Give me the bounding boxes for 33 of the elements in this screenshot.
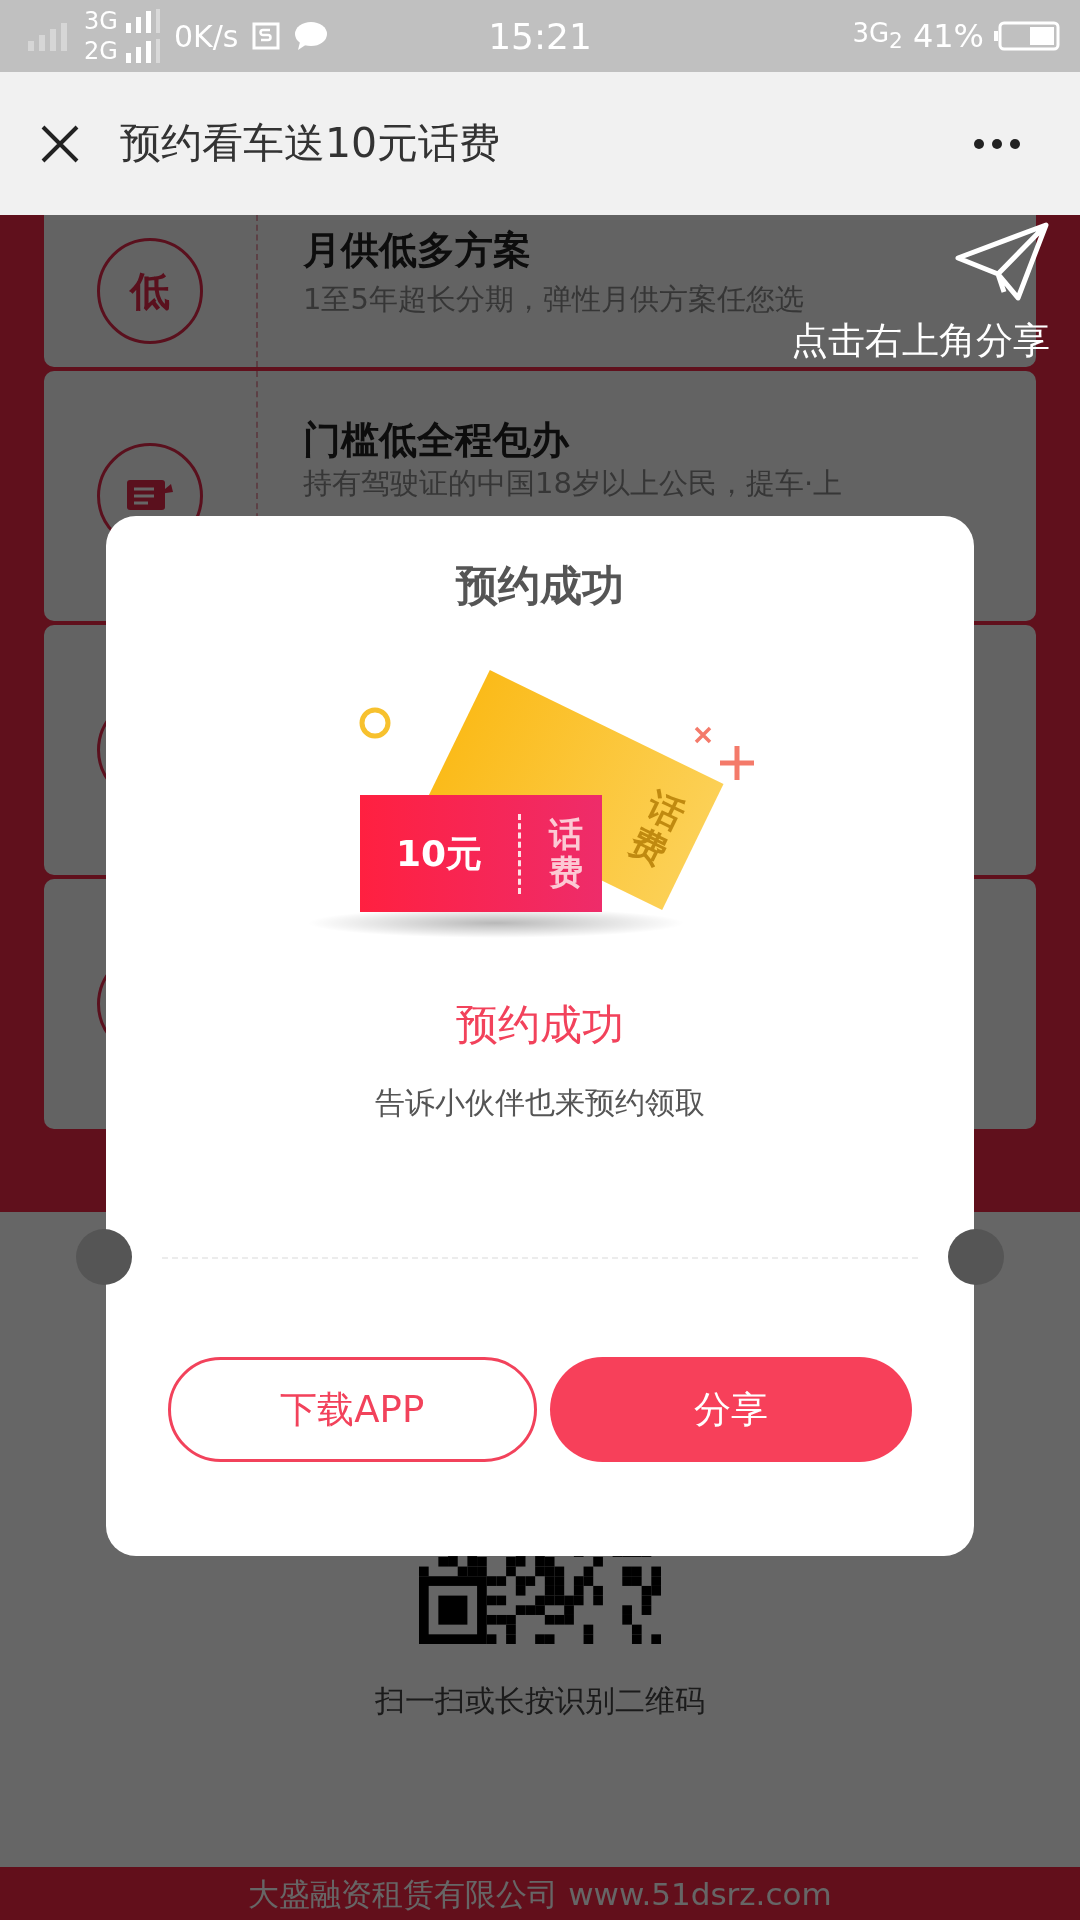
signal-icon xyxy=(125,39,160,63)
page-title: 预约看车送10元话费 xyxy=(120,118,501,169)
feature-icon: 低 xyxy=(97,238,203,344)
network-speed: 0K/s xyxy=(173,18,239,54)
coupon-amount: 10元 xyxy=(360,813,521,894)
coupon-label: 话费 xyxy=(623,786,691,873)
clock: 15:21 xyxy=(487,15,593,57)
ticket-notch xyxy=(76,1229,132,1285)
success-message: 告诉小伙伴也来预约领取 xyxy=(375,1084,705,1122)
cross-decoration xyxy=(694,726,712,744)
more-icon[interactable] xyxy=(974,137,1020,150)
battery-icon xyxy=(994,21,1060,51)
qr-caption: 扫一扫或长按识别二维码 xyxy=(375,1682,705,1720)
feature-title: 月供低多方案 xyxy=(303,229,532,271)
share-hint: 点击右上角分享 xyxy=(791,318,1050,364)
ring-decoration xyxy=(358,706,392,740)
ticket-notch xyxy=(948,1229,1004,1285)
feature-title: 门槛低全程包办 xyxy=(303,419,571,461)
mobile-data-label: 3G$_{2}$ xyxy=(852,18,903,54)
success-heading: 预约成功 xyxy=(456,1000,624,1050)
coupon-label: 话费 xyxy=(549,816,583,891)
signal-icon xyxy=(125,9,160,33)
battery-percent: 41% xyxy=(912,17,984,55)
company-name: 大盛融资租赁有限公司 www.51dsrz.com xyxy=(248,1874,832,1914)
dialog-title: 预约成功 xyxy=(456,560,624,612)
network-label: 3G xyxy=(84,6,118,36)
download-button[interactable]: 下载APP xyxy=(168,1357,537,1462)
plus-decoration xyxy=(718,744,756,782)
chat-bubble-icon xyxy=(294,21,329,51)
network-label: 2G xyxy=(84,36,118,66)
share-button[interactable]: 分享 xyxy=(549,1357,912,1462)
close-icon[interactable] xyxy=(40,123,80,164)
app-notification-icon xyxy=(252,22,281,50)
